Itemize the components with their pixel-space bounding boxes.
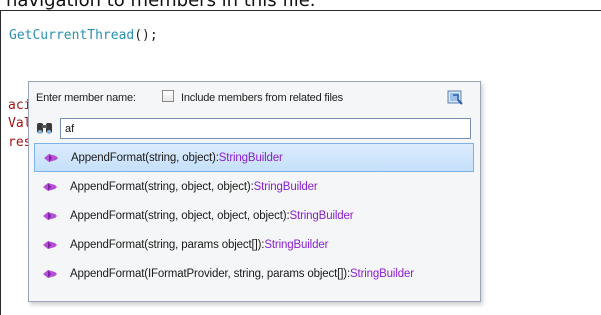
binoculars-icon [36, 120, 54, 136]
method-icon [42, 209, 58, 223]
return-type: StringBuilder [264, 238, 329, 251]
member-navigation-popup: Enter member name: Include members from … [28, 81, 481, 302]
method-signature: AppendFormat(string, object, object): [70, 180, 254, 193]
method-signature: AppendFormat(string, params object[]): [70, 238, 265, 251]
return-type: StringBuilder [350, 267, 414, 280]
popup-header: Enter member name: Include members from … [29, 82, 480, 114]
include-related-label[interactable]: Include members from related files [181, 92, 343, 104]
method-icon [42, 238, 58, 252]
member-result-list: AppendFormat(string, object): StringBuild… [34, 143, 474, 288]
code-line: GetCurrentThread(); [9, 28, 158, 43]
return-type: StringBuilder [289, 209, 354, 222]
list-item[interactable]: AppendFormat(IFormatProvider, string, pa… [34, 259, 474, 288]
pin-icon[interactable] [447, 89, 464, 106]
list-item[interactable]: AppendFormat(string, object): StringBuild… [34, 143, 474, 172]
member-name-label: Enter member name: [36, 92, 136, 104]
code-editor[interactable]: GetCurrentThread(); aci Val res Enter me… [0, 10, 601, 315]
search-row [36, 118, 471, 140]
member-search-input[interactable] [60, 118, 471, 139]
return-type: StringBuilder [218, 151, 283, 164]
code-identifier: GetCurrentThread [9, 28, 135, 43]
method-signature: AppendFormat(IFormatProvider, string, pa… [70, 267, 350, 280]
method-icon [42, 180, 58, 194]
include-related-checkbox[interactable] [162, 90, 174, 102]
method-icon [42, 267, 58, 281]
code-punctuation: (); [134, 28, 158, 43]
list-item[interactable]: AppendFormat(string, object, object, obj… [34, 201, 474, 230]
method-signature: AppendFormat(string, object, object, obj… [70, 209, 290, 222]
list-item[interactable]: AppendFormat(string, params object[]): St… [34, 230, 474, 259]
method-icon [43, 151, 59, 165]
method-signature: AppendFormat(string, object): [71, 151, 219, 164]
return-type: StringBuilder [253, 180, 318, 193]
list-item[interactable]: AppendFormat(string, object, object): Str… [34, 172, 474, 201]
